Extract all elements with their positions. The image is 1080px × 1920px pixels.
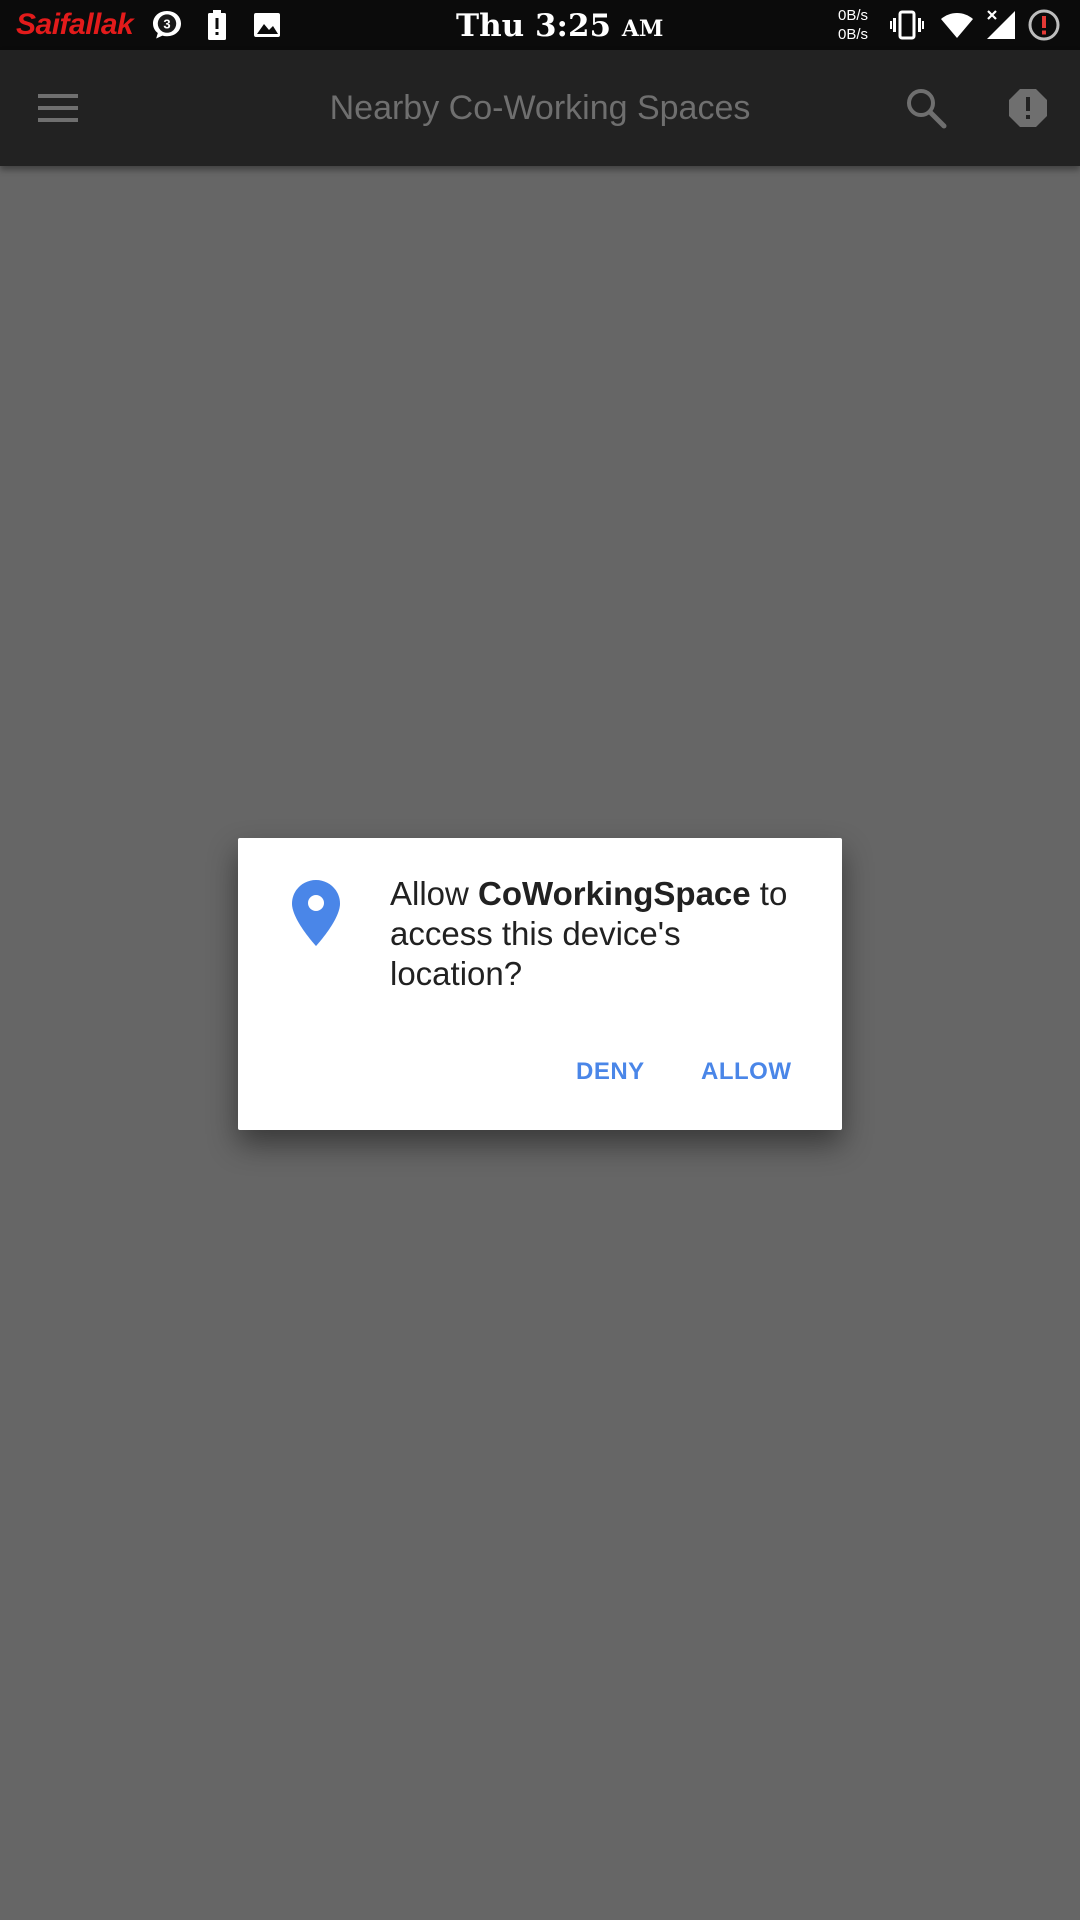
- app-bar: Nearby Co-Working Spaces: [0, 50, 1080, 166]
- vibrate-icon: [890, 8, 924, 42]
- wifi-icon: [940, 8, 974, 42]
- location-permission-dialog: Allow CoWorkingSpace to access this devi…: [238, 838, 842, 1130]
- clock-time: Thu 3:25: [456, 8, 612, 44]
- signal-no-data-icon: [984, 8, 1018, 42]
- network-speed: 0B/s 0B/s: [838, 6, 868, 44]
- dialog-message-prefix: Allow: [390, 875, 479, 912]
- allow-button[interactable]: ALLOW: [685, 1044, 807, 1100]
- location-pin-icon: [292, 880, 340, 946]
- search-button[interactable]: [900, 82, 952, 134]
- chat-badge-count: 3: [163, 17, 170, 32]
- alert-circle-icon: [1027, 8, 1061, 42]
- net-speed-up: 0B/s: [838, 7, 869, 24]
- net-speed-down: 0B/s: [838, 26, 869, 43]
- battery-alert-icon: [200, 8, 234, 42]
- search-icon: [907, 89, 947, 129]
- page-title: Nearby Co-Working Spaces: [329, 89, 751, 127]
- image-icon: [250, 8, 284, 42]
- dialog-message: Allow CoWorkingSpace to access this devi…: [390, 874, 810, 994]
- status-bar: Saifallak 3 Thu 3:25 AM 0B/s 0B/s: [0, 0, 1080, 50]
- carrier-name: Saifallak: [16, 8, 134, 41]
- clock: Thu 3:25 AM: [456, 6, 663, 49]
- dialog-app-name: CoWorkingSpace: [478, 875, 751, 912]
- menu-icon: [38, 94, 78, 122]
- report-icon: [1009, 89, 1047, 127]
- chat-bubble-icon: 3: [150, 8, 184, 42]
- clock-ampm: AM: [621, 16, 664, 42]
- report-button[interactable]: [1002, 82, 1054, 134]
- menu-button[interactable]: [30, 80, 86, 136]
- deny-button[interactable]: DENY: [560, 1044, 661, 1100]
